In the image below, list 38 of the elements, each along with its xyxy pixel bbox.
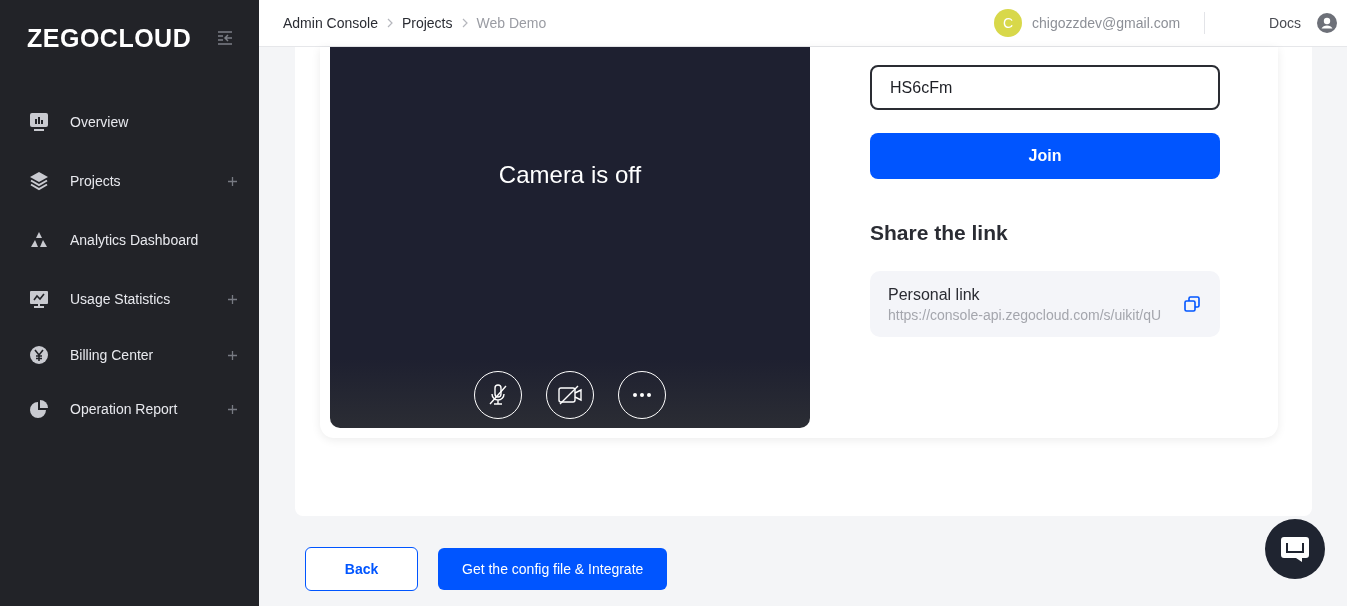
account-icon[interactable] — [1317, 13, 1337, 33]
breadcrumb-link[interactable]: Projects — [401, 15, 453, 31]
expand-icon[interactable] — [228, 350, 237, 360]
back-button[interactable]: Back — [305, 547, 418, 591]
expand-icon[interactable] — [228, 176, 237, 186]
chat-icon — [1280, 535, 1310, 563]
user-email: chigozzdev@gmail.com — [1032, 15, 1181, 31]
expand-icon[interactable] — [228, 404, 237, 414]
chevron-icon — [386, 18, 393, 28]
collapse-sidebar-icon[interactable] — [217, 31, 233, 45]
room-id-field[interactable]: HS6cFm — [870, 65, 1220, 110]
link-url: https://console-api.zegocloud.com/s/uikit/qU — [888, 306, 1163, 323]
sidebar-item[interactable]: Usage Statistics — [0, 270, 259, 328]
sidebar-item[interactable]: Projects — [0, 152, 259, 210]
pie-chart-icon — [29, 399, 49, 419]
camera-status-text: Camera is off — [498, 161, 642, 189]
sidebar-item[interactable]: Operation Report — [0, 382, 259, 436]
expand-icon[interactable] — [228, 294, 237, 304]
logo: ZEGOCLOUD — [27, 23, 192, 53]
breadcrumb-link[interactable]: Admin Console — [283, 15, 378, 31]
copy-icon[interactable] — [1184, 296, 1200, 312]
microphone-off-icon — [487, 383, 509, 407]
sidebar-item[interactable]: Overview — [0, 92, 259, 152]
layers-icon — [29, 171, 49, 191]
more-icon — [632, 392, 652, 398]
section-heading: Share the link — [870, 221, 1009, 245]
integrate-button[interactable]: Get the config file & Integrate — [438, 548, 668, 590]
join-button[interactable]: Join — [870, 133, 1220, 179]
monitor-icon — [29, 289, 49, 309]
chart-icon — [29, 112, 49, 132]
yen-icon — [29, 345, 49, 365]
docs-link[interactable]: Docs — [1269, 15, 1301, 31]
chevron-icon — [461, 18, 468, 28]
triangles-icon — [29, 230, 49, 250]
camera-off-icon — [557, 384, 583, 406]
link-label: Personal link — [888, 285, 981, 304]
sidebar-item[interactable]: Analytics Dashboard — [0, 210, 259, 270]
sidebar-item[interactable]: Billing Center — [0, 328, 259, 382]
